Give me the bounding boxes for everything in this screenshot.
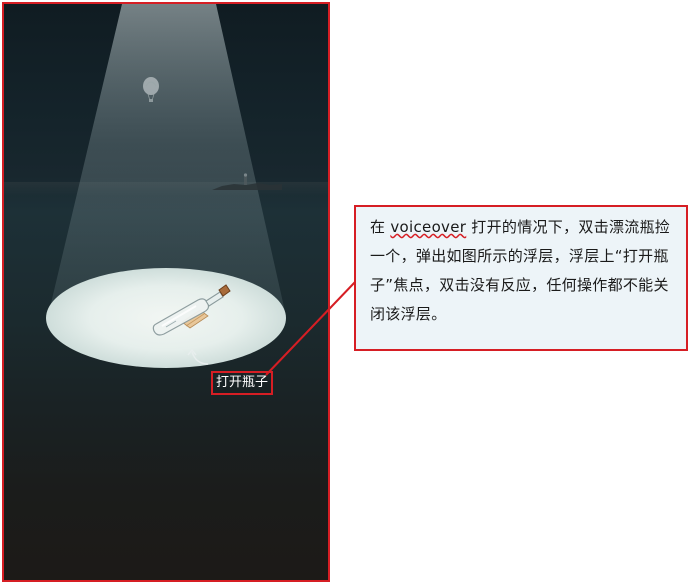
hot-air-balloon-icon: [143, 77, 159, 102]
message-bottle-icon[interactable]: [142, 280, 238, 336]
note-voiceover-term: voiceover: [390, 218, 467, 236]
open-bottle-button[interactable]: 打开瓶子: [211, 371, 274, 395]
note-prefix: 在: [370, 218, 391, 236]
phone-screen: 打开瓶子: [2, 2, 330, 582]
annotated-screenshot: 打开瓶子 在 voiceover 打开的情况下，双击漂流瓶捡一个，弹出如图所示的…: [0, 0, 696, 584]
distant-coast-icon: [212, 173, 282, 190]
callout-note: 在 voiceover 打开的情况下，双击漂流瓶捡一个，弹出如图所示的浮层，浮层…: [354, 205, 688, 351]
curved-arrow-icon: [187, 348, 209, 365]
